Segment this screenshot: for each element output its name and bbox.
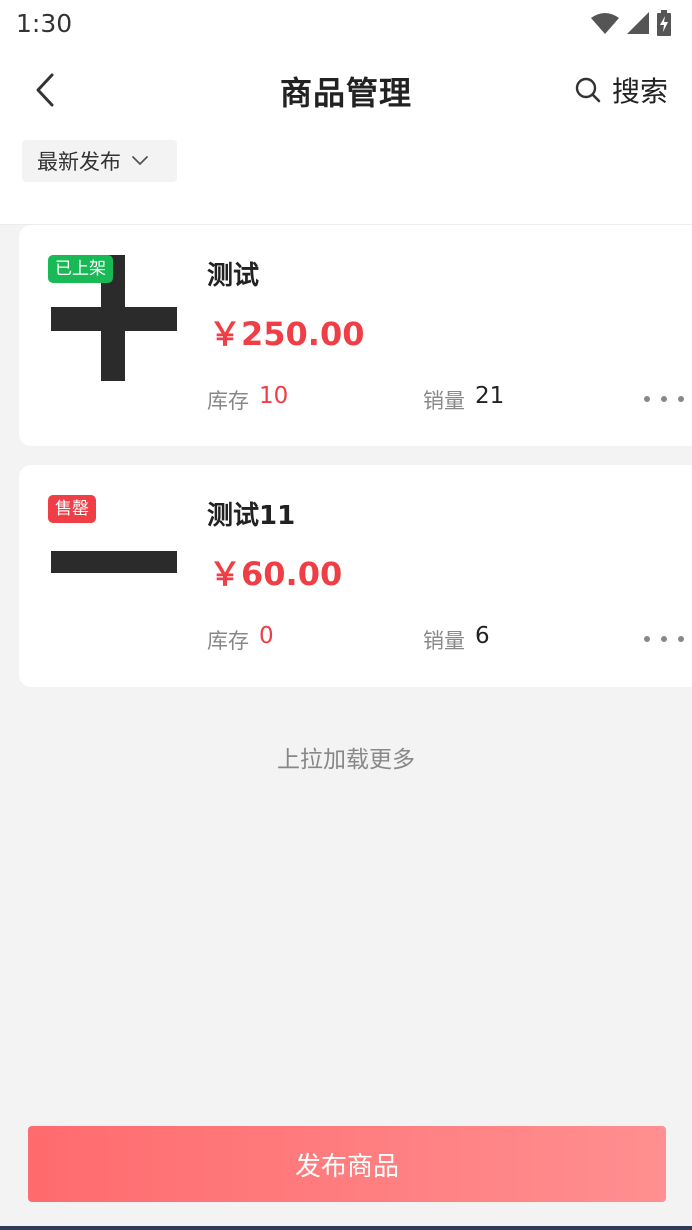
stock-value: 0	[259, 623, 274, 649]
status-bar: 1:30	[0, 0, 692, 50]
status-time: 1:30	[16, 9, 73, 38]
load-more-text: 上拉加载更多	[277, 747, 415, 773]
more-dots-icon	[678, 396, 684, 402]
bottom-edge	[0, 1226, 692, 1230]
search-icon	[575, 77, 601, 103]
stock-label: 库存	[207, 389, 249, 413]
publish-label: 发布商品	[294, 1151, 399, 1182]
sort-label: 最新发布	[37, 150, 121, 174]
nav-bar: 商品管理 搜索	[0, 50, 692, 130]
more-options-button[interactable]	[644, 385, 684, 413]
filter-bar: 最新发布	[0, 130, 692, 225]
sales-label: 销量	[423, 389, 465, 413]
product-price: ￥250.00	[209, 315, 365, 353]
product-management-screen: 1:30 商品管理 搜索 最新发布 已上架 测试 ￥250.00 库存 10 销…	[0, 0, 692, 1230]
status-icons	[590, 10, 672, 36]
signal-icon	[627, 12, 649, 34]
more-dots-icon	[678, 636, 684, 642]
back-button[interactable]	[28, 70, 62, 110]
more-dots-icon	[644, 636, 650, 642]
battery-charging-icon	[657, 10, 671, 36]
sales-value: 6	[475, 623, 490, 649]
more-dots-icon	[661, 636, 667, 642]
status-badge: 已上架	[48, 255, 113, 283]
chevron-down-icon	[132, 156, 148, 165]
product-card[interactable]: 售罄 测试11 ￥60.00 库存 0 销量 6	[19, 465, 692, 687]
sort-dropdown[interactable]: 最新发布	[22, 140, 177, 182]
stock-value: 10	[259, 383, 289, 409]
product-name: 测试11	[207, 501, 296, 531]
chevron-left-icon	[36, 73, 54, 107]
wifi-icon	[591, 13, 619, 34]
search-label: 搜索	[611, 75, 668, 108]
search-button[interactable]: 搜索	[574, 70, 668, 110]
product-card[interactable]: 已上架 测试 ￥250.00 库存 10 销量 21	[19, 225, 692, 446]
more-options-button[interactable]	[644, 625, 684, 653]
sales-value: 21	[475, 383, 505, 409]
publish-product-button[interactable]: 发布商品	[28, 1126, 666, 1202]
sales-label: 销量	[423, 629, 465, 653]
stock-label: 库存	[207, 629, 249, 653]
more-dots-icon	[644, 396, 650, 402]
product-name: 测试	[207, 261, 260, 291]
more-dots-icon	[661, 396, 667, 402]
product-price: ￥60.00	[209, 555, 343, 593]
status-badge: 售罄	[48, 495, 96, 523]
